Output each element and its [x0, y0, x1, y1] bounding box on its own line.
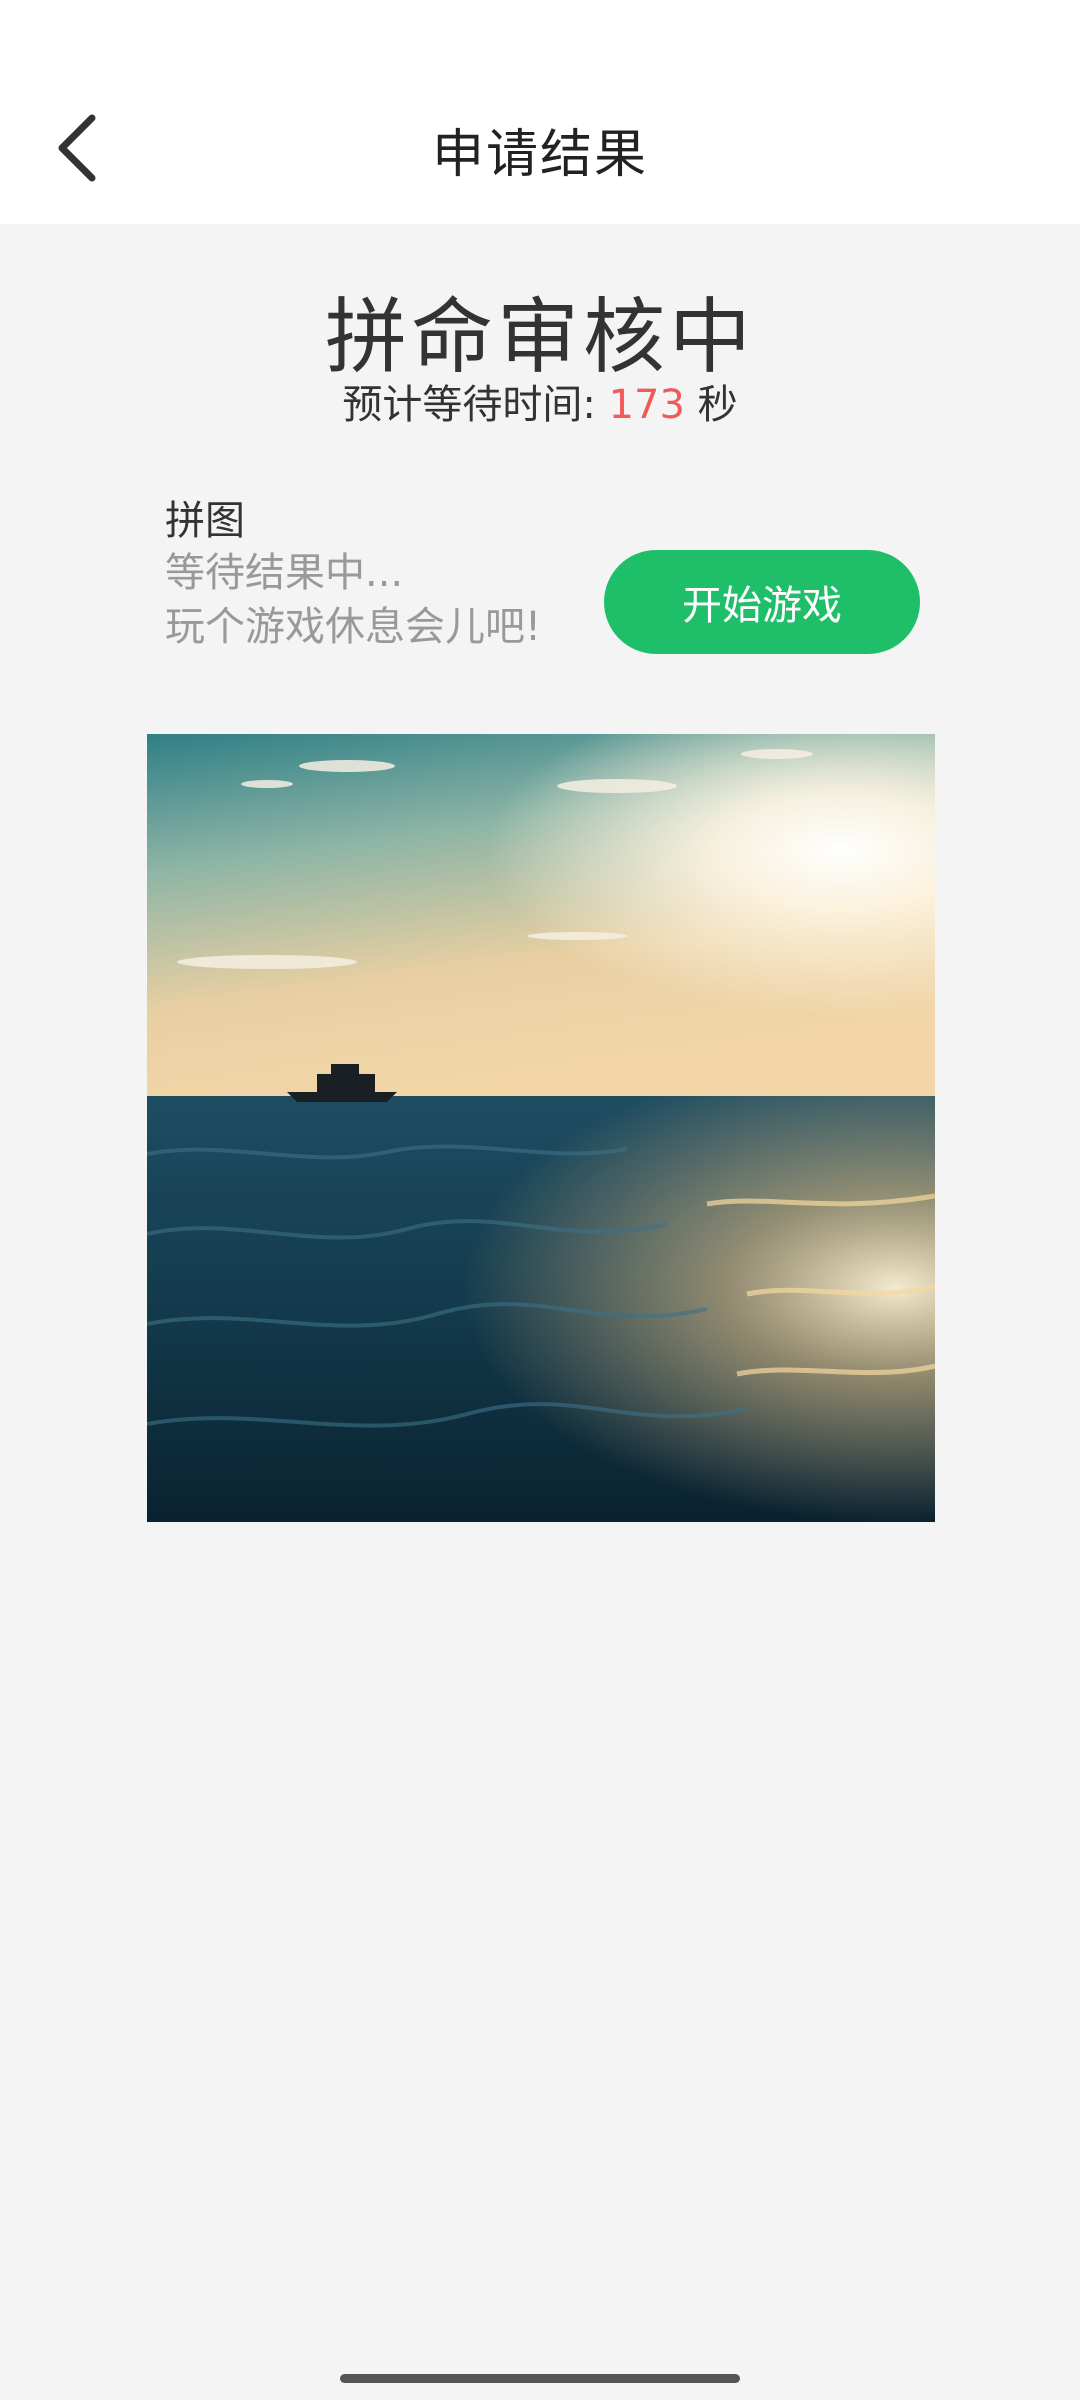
ocean-sunset-image — [147, 734, 935, 1522]
wait-time-label: 预计等待时间: — [342, 382, 596, 428]
app-bar: 申请结果 — [0, 0, 1080, 224]
page-title: 申请结果 — [431, 125, 648, 185]
wait-time-unit: 秒 — [697, 382, 738, 428]
estimated-wait-time: 预计等待时间: 173 秒 — [0, 372, 1080, 430]
game-hint-line-1: 等待结果中... — [165, 550, 404, 596]
game-hint-line-2: 玩个游戏休息会儿吧! — [165, 604, 542, 650]
home-indicator[interactable] — [340, 2374, 740, 2383]
application-result-screen: 申请结果 拼命审核中 预计等待时间: 173 秒 拼图 等待结果中... 玩个游… — [0, 0, 1080, 2400]
start-game-button[interactable]: 开始游戏 — [604, 550, 920, 654]
wait-time-seconds: 173 — [608, 382, 685, 428]
puzzle-image[interactable] — [147, 734, 935, 1522]
game-name: 拼图 — [165, 498, 245, 544]
